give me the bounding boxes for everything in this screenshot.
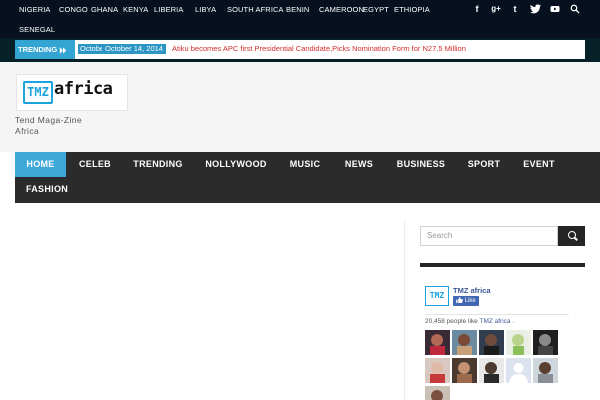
country-link-libya[interactable]: LIBYA — [195, 5, 216, 14]
fan-avatar-placeholder[interactable] — [506, 358, 531, 383]
site-logo[interactable]: TMZ africa — [16, 74, 128, 111]
double-chevron-right-icon — [60, 46, 67, 54]
country-link-nigeria[interactable]: NIGERIA — [19, 5, 51, 14]
logo-tmz-mark: TMZ — [23, 81, 53, 104]
facebook-like-button[interactable]: Like — [453, 296, 479, 306]
country-link-congo[interactable]: CONGO — [59, 5, 88, 14]
trending-label: TRENDING — [15, 40, 75, 59]
country-link-egypt[interactable]: EGYPT — [363, 5, 389, 14]
fan-avatar[interactable] — [452, 358, 477, 383]
country-link-south-africa[interactable]: SOUTH AFRICA — [227, 5, 284, 14]
sidebar-divider-line — [404, 220, 405, 400]
youtube-icon[interactable] — [549, 4, 561, 16]
nav-item-sport[interactable]: SPORT — [461, 152, 507, 177]
fan-avatar[interactable] — [479, 358, 504, 383]
fan-avatar[interactable] — [533, 358, 558, 383]
nav-item-business[interactable]: BUSINESS — [390, 152, 452, 177]
fan-avatar[interactable] — [479, 330, 504, 355]
twitter-icon[interactable] — [529, 4, 541, 16]
facebook-icon[interactable]: f — [471, 4, 483, 14]
widget-divider — [420, 263, 585, 267]
nav-item-nollywood[interactable]: NOLLYWOOD — [198, 152, 274, 177]
facebook-box-rule — [425, 314, 569, 315]
nav-item-event[interactable]: EVENT — [516, 152, 562, 177]
search-button[interactable] — [558, 226, 585, 246]
fan-avatar[interactable] — [425, 330, 450, 355]
fan-avatar[interactable] — [452, 330, 477, 355]
fan-avatar[interactable] — [425, 358, 450, 383]
nav-item-home[interactable]: HOME — [15, 152, 66, 177]
fan-avatar[interactable] — [533, 330, 558, 355]
country-link-benin[interactable]: BENIN — [286, 5, 309, 14]
trending-date: October 14, 2014 — [102, 44, 166, 54]
country-link-ethiopia[interactable]: ETHIOPIA — [394, 5, 430, 14]
trending-date-partial: October — [78, 44, 105, 54]
country-link-senegal[interactable]: SENEGAL — [19, 25, 55, 34]
facebook-page-avatar[interactable]: TMZ — [425, 286, 449, 306]
facebook-page-link[interactable]: TMZ africa . — [479, 318, 514, 325]
trending-headline-link[interactable]: Atiku becomes APC first Presidential Can… — [172, 44, 466, 54]
nav-item-trending[interactable]: TRENDING — [127, 152, 189, 177]
country-link-liberia[interactable]: LIBERIA — [154, 5, 183, 14]
facebook-like-count: 20,458 people like TMZ africa . — [425, 318, 515, 325]
facebook-page-name[interactable]: TMZ africa — [453, 286, 491, 295]
country-link-cameroon[interactable]: CAMEROON — [319, 5, 364, 14]
site-tagline: Tend Maga-Zine Africa — [15, 115, 83, 136]
nav-item-celeb[interactable]: CELEB — [71, 152, 119, 177]
logo-africa-text: africa — [54, 79, 113, 99]
nav-item-news[interactable]: NEWS — [338, 152, 380, 177]
search-input[interactable]: Search — [420, 226, 558, 246]
fan-avatar[interactable] — [506, 330, 531, 355]
thumbs-up-icon — [456, 297, 463, 303]
tumblr-icon[interactable]: t — [509, 4, 521, 14]
nav-item-fashion[interactable]: FASHION — [19, 177, 75, 202]
country-link-kenya[interactable]: KENYA — [123, 5, 148, 14]
fan-avatar[interactable] — [425, 386, 450, 400]
nav-item-music[interactable]: MUSIC — [281, 152, 329, 177]
search-icon[interactable] — [569, 4, 581, 16]
main-navigation: HOME CELEB TRENDING NOLLYWOOD MUSIC NEWS… — [15, 152, 600, 203]
country-link-ghana[interactable]: GHANA — [91, 5, 118, 14]
top-country-bar: NIGERIA CONGO GHANA KENYA LIBERIA LIBYA … — [0, 0, 600, 38]
google-plus-icon[interactable]: g+ — [490, 4, 502, 13]
